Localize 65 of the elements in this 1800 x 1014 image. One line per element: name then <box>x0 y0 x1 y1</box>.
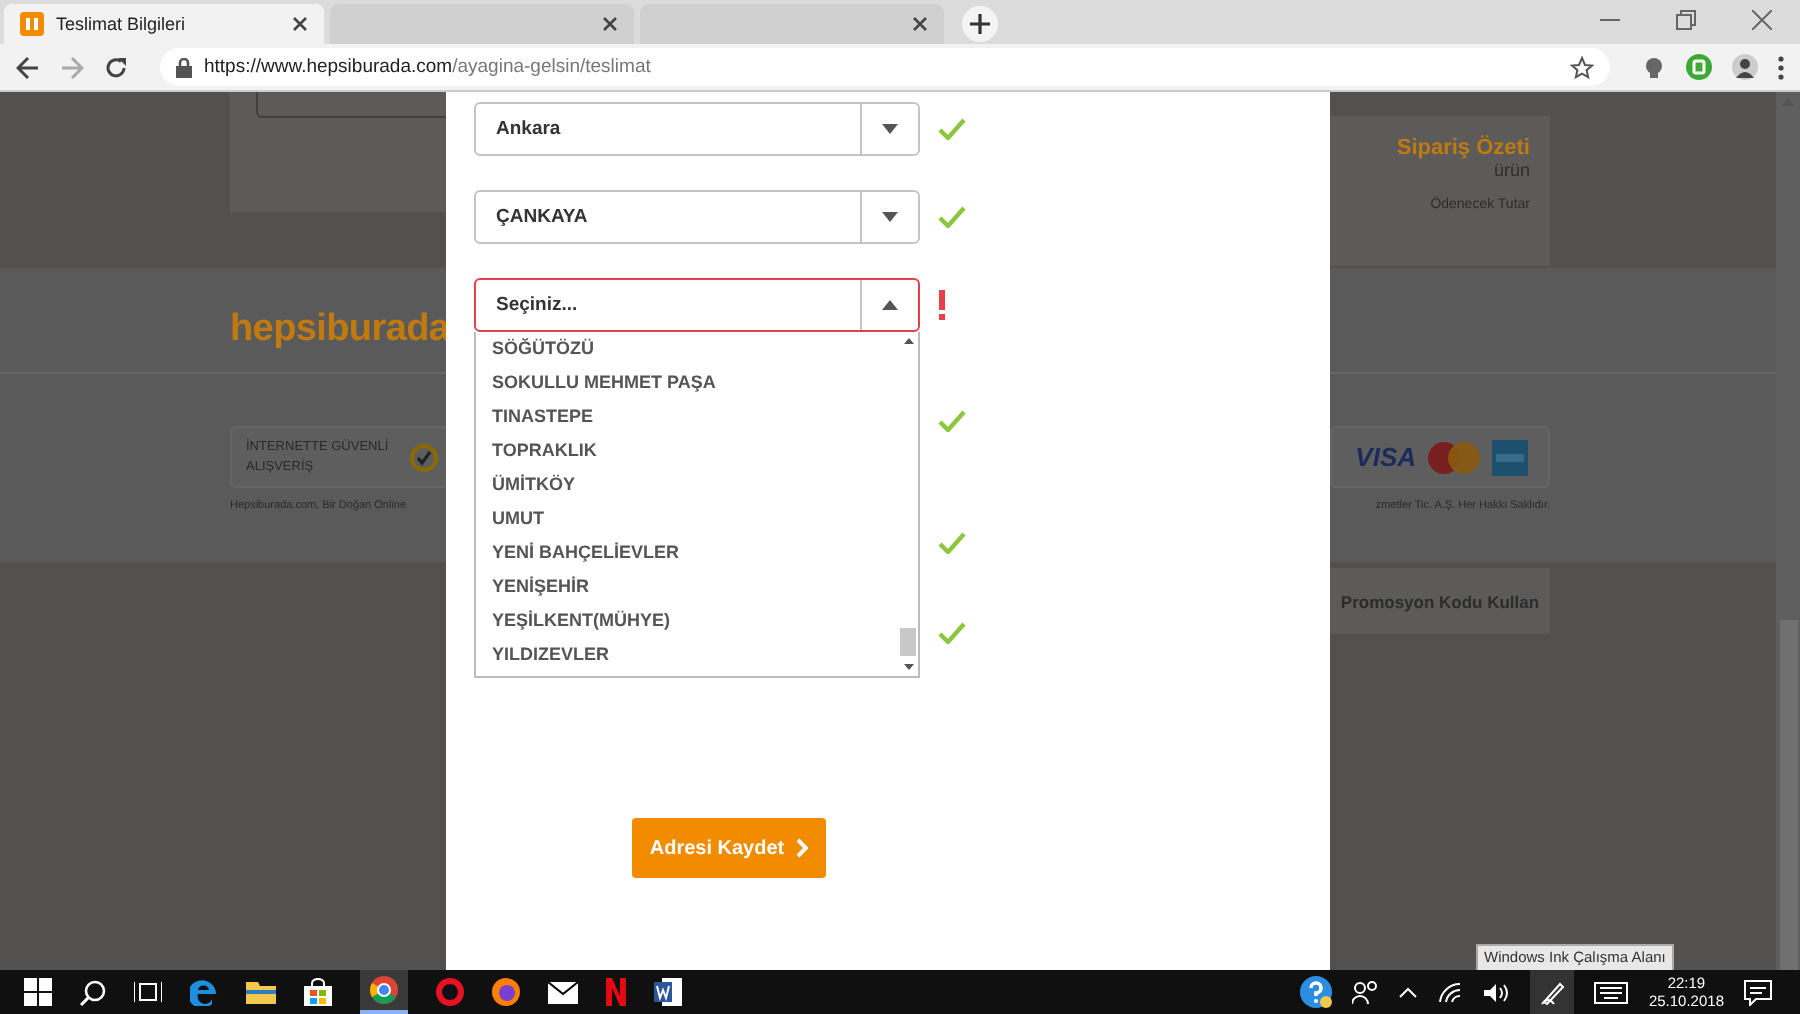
dropdown-option[interactable]: YILDIZEVLER <box>492 638 898 672</box>
help-icon[interactable] <box>1300 976 1333 1008</box>
extension-icon[interactable] <box>1686 54 1712 80</box>
dropdown-option[interactable]: ÜMİTKÖY <box>492 468 898 502</box>
task-view-icon[interactable] <box>134 980 162 1004</box>
dropdown-option[interactable]: YENİŞEHİR <box>492 570 898 604</box>
volume-icon[interactable] <box>1484 981 1511 1003</box>
scroll-thumb[interactable] <box>1779 620 1797 970</box>
close-icon[interactable] <box>1752 10 1772 30</box>
browser-icon <box>370 976 398 1004</box>
dropdown-option[interactable]: SOKULLU MEHMET PAŞA <box>492 366 898 400</box>
folder-icon[interactable] <box>246 980 276 1004</box>
browser-icon[interactable] <box>190 978 218 1006</box>
new-tab-icon[interactable] <box>962 6 998 42</box>
summary-title: Sipariş Özeti <box>1396 136 1530 160</box>
close-icon[interactable] <box>602 16 618 32</box>
select-field[interactable]: ÇANKAYA <box>474 190 920 244</box>
windows-start-icon[interactable] <box>24 978 52 1006</box>
caret-icon <box>882 124 898 134</box>
taskbar-app-button[interactable] <box>360 970 408 1014</box>
ring-icon[interactable] <box>436 978 464 1006</box>
document-icon[interactable] <box>654 978 682 1006</box>
amex-icon <box>1492 439 1528 475</box>
notifications-icon[interactable] <box>1744 979 1772 1005</box>
scrollbar[interactable] <box>1776 92 1800 970</box>
dropdown-option[interactable]: YEŞİLKENT(MÜHYE) <box>492 604 898 638</box>
store-bag-icon[interactable] <box>304 978 332 1006</box>
restore-icon[interactable] <box>1676 10 1696 30</box>
profile-avatar-icon[interactable] <box>1732 54 1758 80</box>
menu-icon[interactable] <box>1778 55 1784 79</box>
star-icon[interactable] <box>1570 55 1594 79</box>
dropdown-option[interactable]: YENİ BAHÇELİEVLER <box>492 536 898 570</box>
dropdown-option[interactable]: TINASTEPE <box>492 400 898 434</box>
caret-icon <box>882 212 898 222</box>
fox-globe-icon[interactable] <box>492 978 520 1006</box>
address-field[interactable]: https://www.hepsiburada.com/ayagina-gelsin/teslimat <box>160 48 1610 86</box>
dropdown-option[interactable]: UMUT <box>492 502 898 536</box>
caret-icon <box>882 300 898 310</box>
scroll-down-icon[interactable] <box>903 664 913 670</box>
chevron-right-icon <box>796 838 809 858</box>
browser-tab[interactable]: Teslimat Bilgileri <box>4 4 324 44</box>
close-icon[interactable] <box>912 16 928 32</box>
mastercard-icon <box>1428 441 1480 473</box>
wifi-icon[interactable] <box>1438 981 1465 1003</box>
lock-icon <box>176 57 192 77</box>
people-icon[interactable] <box>1352 980 1379 1004</box>
scroll-up-icon[interactable] <box>903 338 913 344</box>
pen-icon <box>1539 979 1566 1005</box>
select-field[interactable]: Ankara <box>474 102 920 156</box>
visa-logo: VISA <box>1355 442 1416 472</box>
mail-icon[interactable] <box>548 981 578 1003</box>
pen-workspace-button[interactable] <box>1530 970 1575 1014</box>
close-icon[interactable] <box>292 16 308 32</box>
scroll-thumb[interactable] <box>900 628 916 656</box>
n-logo-icon[interactable] <box>606 978 626 1006</box>
dropdown-option[interactable]: SÖĞÜTÖZÜ <box>492 332 898 366</box>
extension-icon[interactable] <box>1642 55 1666 79</box>
chevron-up-icon[interactable] <box>1398 986 1419 998</box>
check-seal-icon <box>410 443 438 471</box>
dropdown-option[interactable]: TOPRAKLIK <box>492 434 898 468</box>
keyboard-icon[interactable] <box>1594 981 1629 1003</box>
search-icon[interactable] <box>80 979 106 1005</box>
site-favicon-icon <box>20 12 44 36</box>
reload-icon[interactable] <box>104 55 128 79</box>
back-icon[interactable] <box>16 55 40 79</box>
